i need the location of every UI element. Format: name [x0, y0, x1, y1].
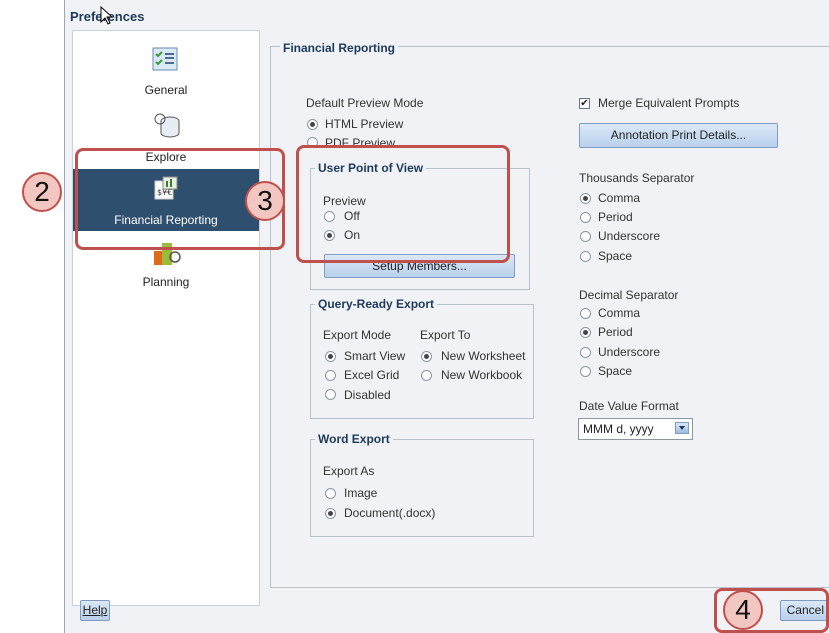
docx-label: Document(.docx)	[344, 506, 436, 520]
smart-view-label: Smart View	[344, 349, 406, 363]
help-button[interactable]: Help	[80, 600, 110, 621]
new-worksheet-label: New Worksheet	[441, 349, 526, 363]
docx-radio[interactable]	[325, 508, 336, 519]
callout-number-3: 3	[245, 181, 285, 221]
export-mode-label: Export Mode	[323, 328, 392, 342]
decimal-period-radio[interactable]	[580, 327, 591, 338]
sidebar-item-label: Planning	[142, 275, 190, 289]
image-radio[interactable]	[325, 488, 336, 499]
decimal-space-radio[interactable]	[580, 366, 591, 377]
thousands-period-label: Period	[598, 210, 633, 224]
date-format-select[interactable]: MMM d, yyyy	[578, 418, 693, 440]
section-title: Financial Reporting	[280, 41, 399, 55]
sidebar-item-general[interactable]: General	[73, 31, 259, 103]
callout-box-user-pov	[296, 145, 510, 263]
annotation-print-details-button[interactable]: Annotation Print Details...	[579, 123, 778, 148]
merge-checkbox[interactable]: ✔	[579, 98, 590, 109]
excel-grid-radio[interactable]	[325, 370, 336, 381]
date-format-value: MMM d, yyyy	[583, 422, 654, 436]
new-worksheet-radio[interactable]	[421, 351, 432, 362]
default-preview-label: Default Preview Mode	[306, 96, 424, 110]
decimal-space-label: Space	[598, 364, 633, 378]
disabled-radio[interactable]	[325, 389, 336, 400]
excel-grid-label: Excel Grid	[344, 368, 400, 382]
thousands-underscore-radio[interactable]	[580, 231, 591, 242]
explore-icon	[154, 113, 180, 138]
sidebar: General Explore $¥€ Financial Reporting …	[72, 30, 260, 606]
decimal-underscore-label: Underscore	[598, 345, 661, 359]
image-label: Image	[344, 486, 378, 500]
thousands-comma-label: Comma	[598, 191, 641, 205]
decimal-comma-label: Comma	[598, 306, 641, 320]
date-format-label: Date Value Format	[579, 399, 679, 413]
html-preview-radio[interactable]	[307, 119, 318, 130]
sidebar-item-label: General	[144, 83, 188, 97]
new-workbook-label: New Workbook	[441, 368, 523, 382]
thousands-comma-radio[interactable]	[580, 193, 591, 204]
decimal-underscore-radio[interactable]	[580, 347, 591, 358]
checklist-icon	[152, 47, 178, 71]
merge-label: Merge Equivalent Prompts	[598, 96, 740, 110]
query-ready-title: Query-Ready Export	[315, 297, 438, 311]
thousands-separator-label: Thousands Separator	[579, 171, 695, 185]
new-workbook-radio[interactable]	[421, 370, 432, 381]
mouse-cursor-icon	[100, 6, 114, 25]
decimal-separator-label: Decimal Separator	[579, 288, 679, 302]
thousands-underscore-label: Underscore	[598, 229, 661, 243]
thousands-space-label: Space	[598, 249, 633, 263]
disabled-label: Disabled	[344, 388, 391, 402]
smart-view-radio[interactable]	[325, 351, 336, 362]
word-export-title: Word Export	[315, 432, 393, 446]
callout-number-2: 2	[22, 172, 62, 212]
decimal-comma-radio[interactable]	[580, 308, 591, 319]
export-to-label: Export To	[420, 328, 471, 342]
thousands-period-radio[interactable]	[580, 212, 591, 223]
export-as-label: Export As	[323, 464, 375, 478]
html-preview-label: HTML Preview	[325, 117, 404, 131]
thousands-space-radio[interactable]	[580, 251, 591, 262]
chevron-down-icon[interactable]	[675, 422, 689, 434]
decimal-period-label: Period	[598, 325, 633, 339]
callout-number-4: 4	[723, 590, 763, 630]
